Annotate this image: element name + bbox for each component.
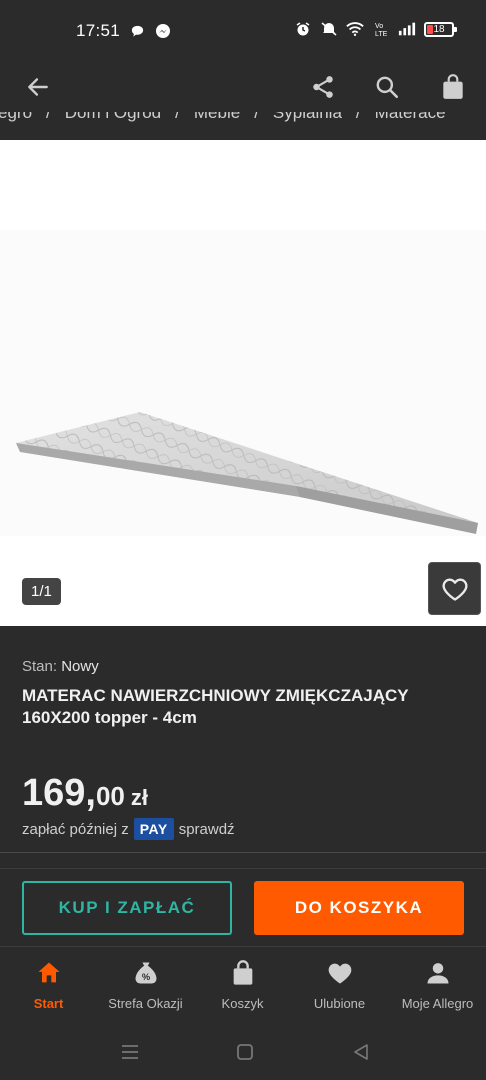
buy-now-button[interactable]: KUP I ZAPŁAĆ bbox=[22, 881, 232, 935]
battery-level: 18 bbox=[433, 23, 445, 35]
alarm-icon bbox=[294, 20, 312, 38]
menu-lines-icon bbox=[122, 1045, 138, 1059]
breadcrumb: egro / Dom i Ogród / Meble / Sypialnia / Materac… bbox=[0, 112, 486, 140]
status-bar: 17:51 Vo LTE 18 bbox=[0, 0, 486, 62]
home-button[interactable] bbox=[233, 1040, 257, 1064]
wifi-icon bbox=[346, 20, 364, 38]
svg-text:LTE: LTE bbox=[375, 31, 388, 37]
discount-bag-icon: % bbox=[135, 962, 156, 984]
product-title: MATERAC NAWIERZCHNIOWY ZMIĘKCZAJĄCY 160X… bbox=[22, 686, 409, 727]
divider bbox=[0, 852, 486, 853]
action-bar: KUP I ZAPŁAĆ DO KOSZYKA bbox=[0, 868, 486, 946]
product-image[interactable] bbox=[0, 140, 486, 626]
nav-label: Start bbox=[33, 996, 64, 1011]
pay-later-text: zapłać później z bbox=[22, 820, 129, 838]
pay-later-link[interactable]: sprawdź bbox=[179, 821, 235, 838]
signal-icon bbox=[398, 20, 416, 38]
triangle-back-icon bbox=[354, 1044, 368, 1060]
share-icon bbox=[313, 76, 333, 98]
condition-value: Nowy bbox=[61, 658, 99, 675]
nav-item-strefa-okazji[interactable]: % Strefa Okazji bbox=[97, 947, 194, 1025]
bottom-navigation: Start % Strefa Okazji Koszyk Ulubione Mo… bbox=[0, 946, 486, 1024]
price: 169,00 zł bbox=[22, 772, 148, 815]
battery-icon: 18 bbox=[424, 21, 457, 37]
square-icon bbox=[237, 1044, 253, 1060]
svg-text:%: % bbox=[141, 972, 150, 982]
cart-bag-icon bbox=[233, 960, 252, 985]
person-icon bbox=[427, 963, 448, 984]
system-navigation bbox=[0, 1024, 486, 1080]
arrow-left-icon bbox=[28, 78, 48, 96]
app-bar bbox=[0, 62, 486, 112]
nav-label: Koszyk bbox=[221, 996, 264, 1011]
shopping-bag-icon bbox=[443, 74, 463, 99]
volte-icon: Vo LTE bbox=[372, 20, 390, 38]
chat-bubble-icon bbox=[128, 22, 146, 40]
condition: Stan: Nowy bbox=[22, 658, 99, 675]
search-icon bbox=[376, 76, 399, 99]
status-right-icons: Vo LTE 18 bbox=[294, 20, 457, 38]
svg-text:Vo: Vo bbox=[375, 23, 383, 30]
share-button[interactable] bbox=[306, 70, 340, 104]
breadcrumb-item[interactable]: Meble bbox=[194, 112, 240, 122]
image-counter: 1/1 bbox=[22, 578, 61, 605]
nav-label: Moje Allegro bbox=[401, 996, 474, 1011]
nav-item-moje-allegro[interactable]: Moje Allegro bbox=[389, 947, 486, 1025]
messenger-icon bbox=[154, 22, 172, 40]
cart-button[interactable] bbox=[436, 70, 470, 104]
breadcrumb-item[interactable]: Dom i Ogród bbox=[65, 112, 161, 122]
favorite-button[interactable] bbox=[428, 562, 481, 615]
add-to-cart-button[interactable]: DO KOSZYKA bbox=[254, 881, 464, 935]
price-currency: zł bbox=[130, 785, 149, 810]
breadcrumb-item[interactable]: egro bbox=[0, 112, 32, 122]
status-time: 17:51 bbox=[76, 21, 121, 40]
mattress-image bbox=[0, 230, 486, 536]
breadcrumb-item[interactable]: Materace bbox=[375, 112, 446, 122]
back-button[interactable] bbox=[21, 70, 55, 104]
pay-later-row: zapłać później z PAY sprawdź bbox=[22, 818, 235, 840]
nav-item-start[interactable]: Start bbox=[0, 947, 97, 1025]
status-left-icons bbox=[128, 22, 172, 40]
pay-badge: PAY bbox=[133, 818, 174, 840]
heart-icon bbox=[328, 963, 351, 984]
heart-outline-icon bbox=[442, 578, 467, 601]
home-icon bbox=[38, 962, 59, 983]
nav-label: Ulubione bbox=[313, 996, 366, 1011]
nav-item-koszyk[interactable]: Koszyk bbox=[194, 947, 291, 1025]
price-integer: 169, bbox=[22, 772, 96, 814]
price-decimal: 00 bbox=[95, 781, 125, 811]
condition-label: Stan: bbox=[22, 658, 58, 675]
back-system-button[interactable] bbox=[349, 1040, 373, 1064]
mute-icon bbox=[320, 20, 338, 38]
nav-label: Strefa Okazji bbox=[108, 996, 183, 1011]
breadcrumb-item[interactable]: Sypialnia bbox=[273, 112, 342, 122]
recent-apps-button[interactable] bbox=[118, 1040, 142, 1064]
search-button[interactable] bbox=[370, 70, 404, 104]
nav-item-ulubione[interactable]: Ulubione bbox=[291, 947, 388, 1025]
